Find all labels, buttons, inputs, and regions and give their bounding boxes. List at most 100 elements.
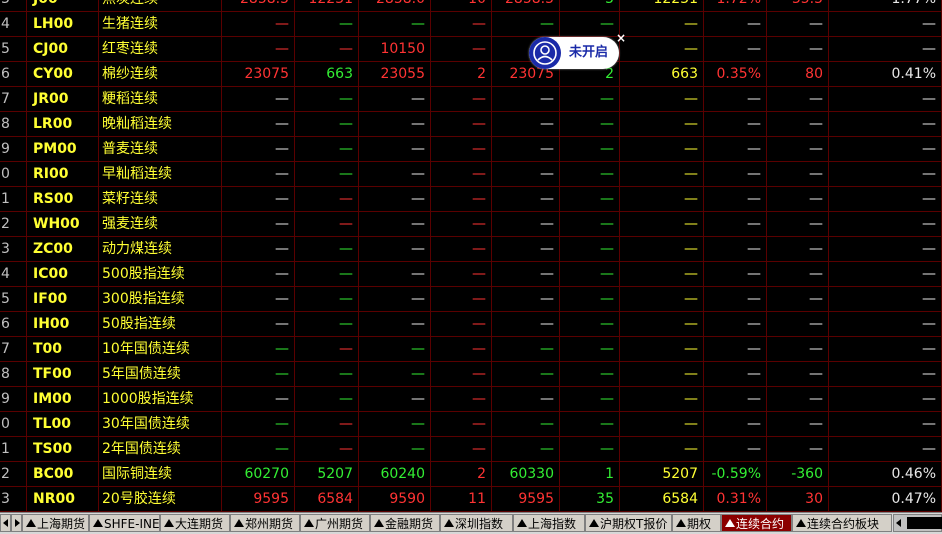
tab-market-0[interactable]: 上海期货 xyxy=(22,514,89,532)
quote-value: — xyxy=(560,387,620,412)
quote-value: — xyxy=(560,87,620,112)
quote-value: — xyxy=(359,287,431,312)
table-row[interactable]: 7T0010年国债连续——————————— xyxy=(0,337,942,362)
table-row[interactable]: 3ZC00动力煤连续——————————— xyxy=(0,237,942,262)
tab-market-9[interactable]: 期权 xyxy=(672,514,721,532)
quote-value: — xyxy=(560,187,620,212)
table-row[interactable]: 3J00焦炭连续2858.5122312858.0102858.55122311… xyxy=(0,0,942,12)
quote-value: — xyxy=(767,212,829,237)
row-index: 5 xyxy=(0,37,27,62)
quote-value: — xyxy=(295,237,359,262)
quote-value: — xyxy=(295,162,359,187)
scrollbar-left-arrow-icon xyxy=(896,519,901,527)
quote-value: — xyxy=(359,162,431,187)
table-row[interactable]: 1RS00菜籽连续——————————— xyxy=(0,187,942,212)
contract-code: NR00 xyxy=(27,487,99,512)
contract-name: 动力煤连续 xyxy=(99,237,222,262)
table-row[interactable]: 9PM00普麦连续——————————— xyxy=(0,137,942,162)
quote-value: — xyxy=(560,312,620,337)
contract-code: LH00 xyxy=(27,12,99,37)
market-tab-bar: 上海期货 SHFE-INE 大连期货 郑州期货 广州期货 金融期货 深圳指数 上海指数 沪期权T… xyxy=(0,512,942,534)
table-row[interactable]: 8LR00晚籼稻连续——————————— xyxy=(0,112,942,137)
quote-value: 0.46% xyxy=(829,462,942,487)
quote-value: — xyxy=(829,262,942,287)
login-status-popup[interactable]: 未开启 xyxy=(529,37,619,69)
quote-value: 9595 xyxy=(222,487,295,512)
quote-value: — xyxy=(492,237,560,262)
quote-value: — xyxy=(620,112,704,137)
tab-scroll-right-button[interactable] xyxy=(11,514,22,532)
quote-value: — xyxy=(295,12,359,37)
quote-value: — xyxy=(359,362,431,387)
quote-value: 9590 xyxy=(359,487,431,512)
contract-code: WH00 xyxy=(27,212,99,237)
quote-value: — xyxy=(295,187,359,212)
quote-value: 663 xyxy=(620,62,704,87)
quote-value: — xyxy=(295,362,359,387)
table-row[interactable]: 8TF005年国债连续——————————— xyxy=(0,362,942,387)
tab-market-5[interactable]: 金融期货 xyxy=(370,514,440,532)
table-row[interactable]: 1TS002年国债连续——————————— xyxy=(0,437,942,462)
horizontal-scrollbar[interactable] xyxy=(893,514,942,532)
quote-value: — xyxy=(704,362,767,387)
tab-market-7[interactable]: 上海指数 xyxy=(513,514,585,532)
contract-name: 生猪连续 xyxy=(99,12,222,37)
table-row[interactable]: 5IF00300股指连续——————————— xyxy=(0,287,942,312)
quote-value: — xyxy=(620,262,704,287)
popup-close-icon[interactable]: × xyxy=(615,32,627,44)
quote-value: — xyxy=(295,112,359,137)
quote-value: — xyxy=(767,337,829,362)
quote-value: — xyxy=(295,37,359,62)
tab-market-3[interactable]: 郑州期货 xyxy=(230,514,300,532)
table-row[interactable]: 3 NR00 20号胶连续 9595 6584 9590 11 9595 35 6584 0.31%… xyxy=(0,487,942,512)
quote-value: — xyxy=(222,412,295,437)
contract-code: JR00 xyxy=(27,87,99,112)
table-row[interactable]: 2 BC00 国际铜连续 60270 5207 60240 2 60330 1 5207 -0.59… xyxy=(0,462,942,487)
table-row[interactable]: 6 CY00 棉纱连续 23075 663 23055 2 23075 2 663 0.35% 80 0… xyxy=(0,62,942,87)
tab-market-6[interactable]: 深圳指数 xyxy=(440,514,513,532)
tab-market-4[interactable]: 广州期货 xyxy=(300,514,370,532)
tab-market-8[interactable]: 沪期权T报价 xyxy=(585,514,672,532)
quote-value: — xyxy=(829,87,942,112)
quote-value: — xyxy=(359,112,431,137)
quote-value: — xyxy=(560,437,620,462)
table-row[interactable]: 9IM001000股指连续——————————— xyxy=(0,387,942,412)
quote-value: — xyxy=(222,437,295,462)
quote-value: — xyxy=(295,262,359,287)
scrollbar-thumb[interactable] xyxy=(907,517,942,529)
quote-value: — xyxy=(359,12,431,37)
quote-value: — xyxy=(431,387,492,412)
table-row[interactable]: 6IH0050股指连续——————————— xyxy=(0,312,942,337)
quote-value: — xyxy=(704,437,767,462)
quote-value: — xyxy=(829,312,942,337)
tab-market-1[interactable]: SHFE-INE xyxy=(89,514,160,532)
quote-value: — xyxy=(359,212,431,237)
quote-value: — xyxy=(492,12,560,37)
tab-market-2[interactable]: 大连期货 xyxy=(160,514,230,532)
quote-value: — xyxy=(829,12,942,37)
table-row[interactable]: 0TL0030年国债连续——————————— xyxy=(0,412,942,437)
row-index: 7 xyxy=(0,337,27,362)
row-index: 1 xyxy=(0,187,27,212)
quote-value: 60240 xyxy=(359,462,431,487)
quote-value: — xyxy=(704,312,767,337)
quote-value: — xyxy=(704,137,767,162)
table-row[interactable]: 4IC00500股指连续——————————— xyxy=(0,262,942,287)
quote-value: — xyxy=(767,362,829,387)
table-row[interactable]: 5CJ00红枣连续——10150—10—————— xyxy=(0,37,942,62)
contract-name: 焦炭连续 xyxy=(99,0,222,12)
tab-scroll-left-button[interactable] xyxy=(0,514,11,532)
quote-value: — xyxy=(560,137,620,162)
contract-name: 早籼稻连续 xyxy=(99,162,222,187)
row-index: 4 xyxy=(0,262,27,287)
table-row[interactable]: 2WH00强麦连续——————————— xyxy=(0,212,942,237)
tab-market-10[interactable]: 连续合约 xyxy=(721,514,792,532)
quote-value: — xyxy=(359,312,431,337)
tab-market-11[interactable]: 连续合约板块 xyxy=(792,514,892,532)
table-row[interactable]: 0RI00早籼稻连续——————————— xyxy=(0,162,942,187)
table-row[interactable]: 7JR00粳稻连续——————————— xyxy=(0,87,942,112)
row-index: 6 xyxy=(0,62,27,87)
table-row[interactable]: 4LH00生猪连续——————————— xyxy=(0,12,942,37)
quote-value: 0.31% xyxy=(704,487,767,512)
quote-value: — xyxy=(620,287,704,312)
